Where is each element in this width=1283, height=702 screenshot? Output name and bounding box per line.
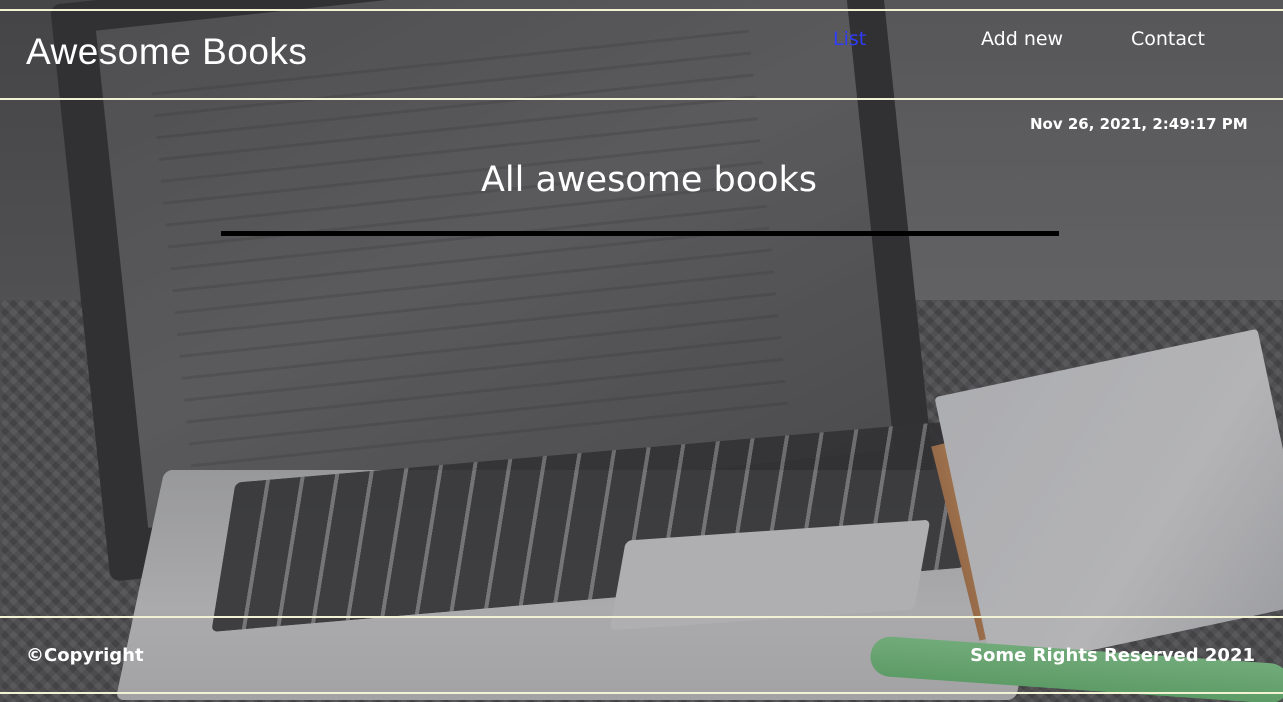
nav-link-contact[interactable]: Contact [1131,28,1205,50]
nav-link-add-new[interactable]: Add new [981,28,1063,50]
nav-link-list[interactable]: List [833,28,866,50]
site-header: Awesome Books List Add new Contact [0,9,1283,100]
rights-text: Some Rights Reserved 2021 [970,645,1255,666]
page-title: All awesome books [480,160,818,200]
title-divider [221,231,1059,236]
copyright-text: ©Copyright [26,645,144,666]
site-footer: ©Copyright Some Rights Reserved 2021 [0,616,1283,694]
current-datetime: Nov 26, 2021, 2:49:17 PM [1030,115,1248,133]
background-photo [0,0,1283,702]
brand-logo[interactable]: Awesome Books [26,31,307,73]
